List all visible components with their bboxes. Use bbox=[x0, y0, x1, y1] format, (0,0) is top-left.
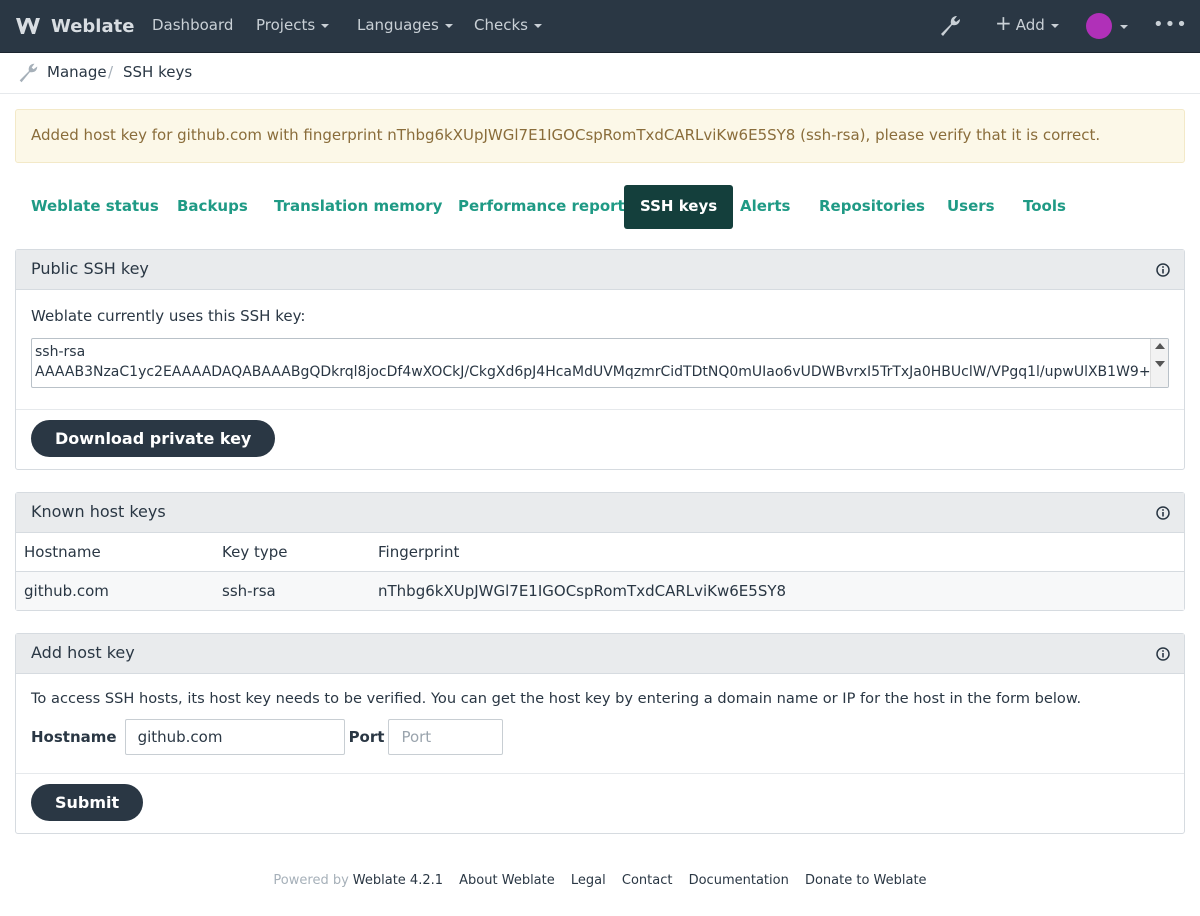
tab-tools[interactable]: Tools bbox=[1007, 185, 1082, 229]
footer-link-contact[interactable]: Contact bbox=[622, 873, 673, 888]
scroll-down-icon[interactable] bbox=[1155, 361, 1165, 367]
powered-by-label: Powered by bbox=[273, 873, 349, 888]
tab-translation-memory[interactable]: Translation memory bbox=[258, 185, 458, 229]
public-key-textarea[interactable]: ssh-rsa AAAAB3NzaC1yc2EAAAADAQABAAABgQDk… bbox=[31, 338, 1169, 388]
tab-repositories[interactable]: Repositories bbox=[803, 185, 941, 229]
tab-weblate-status[interactable]: Weblate status bbox=[15, 185, 175, 229]
submit-button[interactable]: Submit bbox=[31, 784, 144, 821]
port-input[interactable]: Port bbox=[388, 719, 504, 755]
hostname-input[interactable]: github.com bbox=[124, 719, 345, 755]
download-private-key-button[interactable]: Download private key bbox=[31, 420, 276, 457]
nav-projects-label: Projects bbox=[256, 16, 316, 34]
known-hosts-panel: Known host keys Hostname Key type Finger… bbox=[15, 492, 1185, 611]
footer-version-link[interactable]: Weblate 4.2.1 bbox=[353, 873, 443, 888]
chevron-down-icon bbox=[444, 23, 453, 28]
tab-performance-report[interactable]: Performance report bbox=[442, 185, 641, 229]
breadcrumb-current[interactable]: SSH keys bbox=[123, 63, 192, 81]
chevron-down-icon bbox=[321, 23, 330, 28]
tab-users[interactable]: Users bbox=[931, 185, 1011, 229]
public-key-footer: Download private key bbox=[16, 409, 1184, 467]
host-key-type: ssh-rsa bbox=[214, 571, 370, 610]
public-key-line2: AAAAB3NzaC1yc2EAAAADAQABAAABgQDkrql8jocD… bbox=[35, 364, 1169, 380]
wrench-icon bbox=[19, 63, 38, 83]
nav-languages-label: Languages bbox=[357, 16, 439, 34]
info-icon[interactable] bbox=[1156, 263, 1170, 277]
brand-name: Weblate bbox=[51, 15, 135, 37]
top-navbar: Weblate Dashboard Projects Languages Che… bbox=[0, 0, 1200, 53]
tab-backups[interactable]: Backups bbox=[161, 185, 264, 229]
known-hosts-title: Known host keys bbox=[31, 502, 166, 521]
brand[interactable]: Weblate bbox=[15, 12, 134, 40]
add-host-form: Hostname github.com Port Port bbox=[31, 719, 1169, 755]
host-fingerprint: nThbg6kXUpJWGl7E1IGOCspRomTxdCARLviKw6E5… bbox=[370, 571, 1184, 610]
panel-title: Add host key bbox=[16, 634, 1184, 674]
add-menu-label: Add bbox=[1015, 16, 1045, 34]
chevron-down-icon bbox=[1120, 24, 1128, 29]
tab-ssh-keys[interactable]: SSH keys bbox=[624, 185, 734, 229]
scroll-up-icon[interactable] bbox=[1155, 343, 1165, 349]
footer-link-documentation[interactable]: Documentation bbox=[689, 873, 789, 888]
wrench-icon[interactable] bbox=[937, 14, 963, 38]
column-header: Hostname bbox=[16, 533, 214, 572]
add-menu[interactable]: + Add bbox=[995, 13, 1059, 34]
more-menu-icon[interactable]: ••• bbox=[1153, 14, 1188, 35]
success-alert: Added host key for github.com with finge… bbox=[15, 109, 1185, 163]
nav-languages[interactable]: Languages bbox=[357, 16, 453, 34]
known-hosts-table: Hostname Key type Fingerprint github.com… bbox=[16, 533, 1184, 610]
breadcrumb-separator: / bbox=[108, 63, 114, 81]
column-header: Fingerprint bbox=[370, 533, 1184, 572]
nav-checks-label: Checks bbox=[474, 16, 528, 34]
info-icon[interactable] bbox=[1156, 647, 1170, 661]
footer-link-legal[interactable]: Legal bbox=[571, 873, 606, 888]
public-key-intro: Weblate currently uses this SSH key: bbox=[31, 307, 306, 325]
chevron-down-icon bbox=[1050, 23, 1059, 28]
port-label: Port bbox=[348, 728, 385, 746]
add-host-title: Add host key bbox=[31, 643, 135, 662]
breadcrumb-manage[interactable]: Manage bbox=[47, 63, 107, 81]
tab-alerts[interactable]: Alerts bbox=[724, 185, 806, 229]
add-host-panel: Add host key To access SSH hosts, its ho… bbox=[15, 633, 1185, 834]
nav-checks[interactable]: Checks bbox=[474, 16, 542, 34]
panel-title: Public SSH key bbox=[16, 250, 1184, 290]
footer-link-donate[interactable]: Donate to Weblate bbox=[805, 873, 927, 888]
plus-icon: + bbox=[995, 11, 1012, 35]
breadcrumb: Manage / SSH keys bbox=[0, 53, 1200, 94]
textarea-scrollbar[interactable] bbox=[1150, 339, 1168, 387]
public-key-line1: ssh-rsa bbox=[35, 344, 86, 360]
avatar bbox=[1086, 13, 1112, 39]
public-key-title: Public SSH key bbox=[31, 259, 149, 278]
table-row: github.com ssh-rsa nThbg6kXUpJWGl7E1IGOC… bbox=[16, 571, 1184, 610]
footer-link-about[interactable]: About Weblate bbox=[459, 873, 555, 888]
nav-dashboard[interactable]: Dashboard bbox=[152, 16, 233, 34]
panel-title: Known host keys bbox=[16, 493, 1184, 533]
add-host-footer: Submit bbox=[16, 773, 1184, 831]
nav-projects[interactable]: Projects bbox=[256, 16, 330, 34]
column-header: Key type bbox=[214, 533, 370, 572]
hostname-label: Hostname bbox=[31, 728, 117, 746]
weblate-logo-icon bbox=[16, 18, 40, 34]
host-hostname: github.com bbox=[16, 571, 214, 610]
info-icon[interactable] bbox=[1156, 506, 1170, 520]
user-menu[interactable] bbox=[1086, 13, 1128, 45]
add-host-description: To access SSH hosts, its host key needs … bbox=[31, 690, 1082, 707]
public-key-panel: Public SSH key Weblate currently uses th… bbox=[15, 249, 1185, 470]
page-footer: Powered by Weblate 4.2.1 About Weblate Le… bbox=[0, 873, 1200, 888]
chevron-down-icon bbox=[533, 23, 542, 28]
table-header-row: Hostname Key type Fingerprint bbox=[16, 533, 1184, 572]
